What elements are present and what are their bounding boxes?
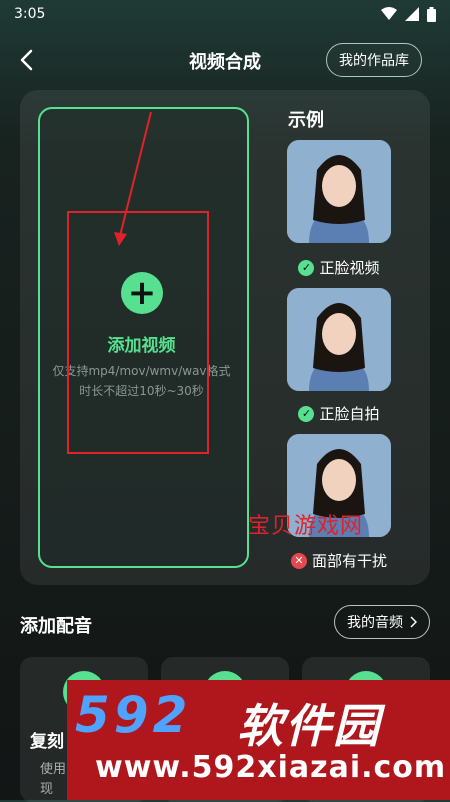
example-caption-text: 面部有干扰 (311, 552, 387, 570)
status-bar: 3:05 (0, 0, 450, 28)
example-photo-front-selfie (287, 288, 391, 391)
check-icon: ✓ (298, 405, 315, 422)
example-photo-front-video (287, 140, 391, 243)
top-bar: 视频合成 我的作品库 (0, 40, 450, 80)
check-icon: ✓ (298, 259, 315, 276)
cross-icon: ✕ (290, 552, 307, 569)
watermark-banner-number: 592 (75, 686, 192, 744)
my-audio-label: 我的音频 (347, 615, 403, 631)
watermark-banner-url: www.592xiazai.com (95, 750, 447, 785)
example-caption-text: 正脸自拍 (319, 405, 380, 423)
example-caption: ✓ 正脸视频 (287, 257, 391, 278)
audio-option-desc-line: 现 (40, 782, 54, 797)
status-time: 3:05 (14, 6, 46, 22)
status-icons (381, 6, 436, 22)
example-caption: ✕ 面部有干扰 (287, 550, 391, 571)
example-caption: ✓ 正脸自拍 (287, 403, 391, 424)
my-gallery-button[interactable]: 我的作品库 (326, 43, 422, 77)
examples-title: 示例 (288, 110, 324, 131)
battery-icon (427, 6, 436, 22)
signal-icon (405, 7, 419, 21)
watermark-banner-name: 软件园 (237, 699, 381, 753)
chevron-right-icon (410, 616, 417, 628)
add-audio-title: 添加配音 (20, 616, 92, 637)
audio-option-title: 复刻 (30, 732, 64, 752)
example-caption-text: 正脸视频 (319, 259, 380, 277)
portrait-image (287, 288, 391, 391)
watermark-banner: 592 软件园 www.592xiazai.com (67, 680, 450, 800)
portrait-image (287, 140, 391, 243)
my-audio-button[interactable]: 我的音频 (334, 605, 430, 639)
watermark-text: 宝贝游戏网 (248, 514, 364, 539)
audio-option-desc: 使用 现 (40, 760, 66, 800)
annotation-highlight-box (67, 211, 209, 454)
wifi-icon (381, 7, 397, 20)
audio-option-desc-line: 使用 (40, 762, 67, 777)
